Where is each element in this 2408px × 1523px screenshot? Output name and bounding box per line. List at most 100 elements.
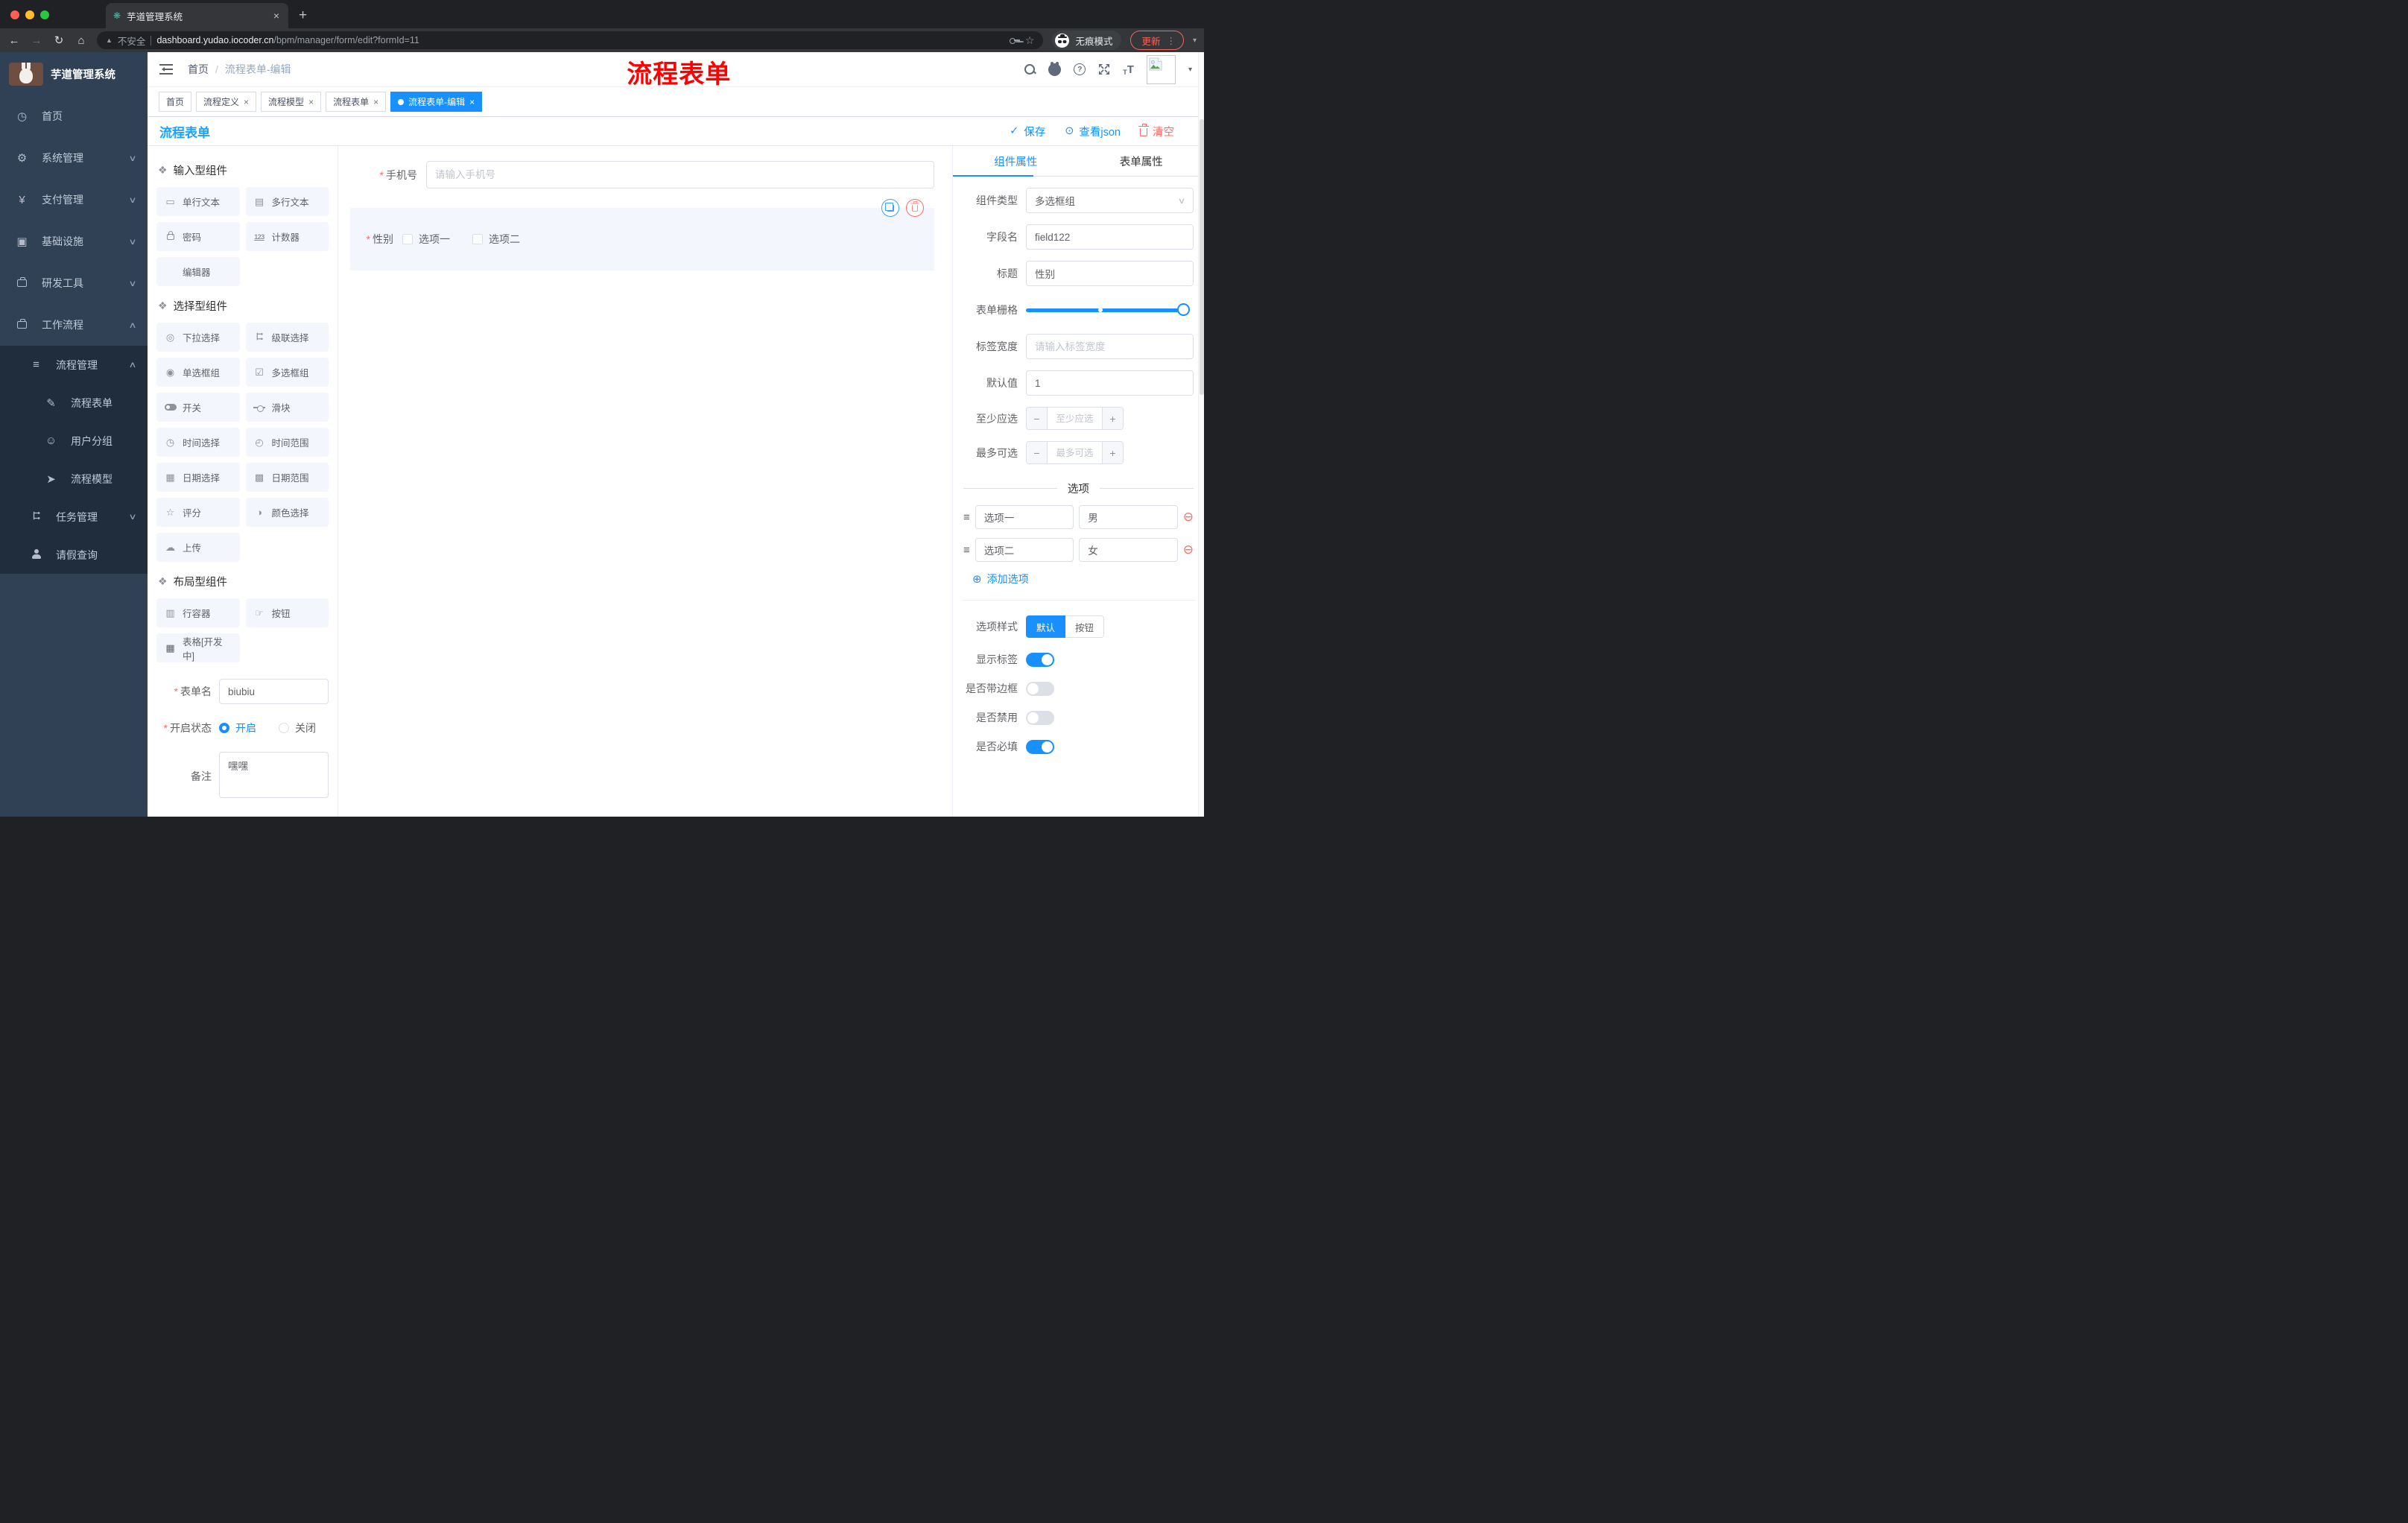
tab-component-props[interactable]: 组件属性 (953, 146, 1079, 176)
link-tag[interactable] (952, 171, 953, 192)
disabled-toggle[interactable] (1026, 710, 1054, 725)
avatar[interactable] (1146, 54, 1176, 84)
status-on-label[interactable]: 开启 (235, 721, 256, 735)
avatar-caret-icon[interactable]: ▾ (1188, 66, 1192, 74)
sidebar-item-system[interactable]: ⚙ 系统管理 ∨ (0, 137, 148, 179)
option-value-input[interactable] (1079, 538, 1178, 562)
show-label-toggle[interactable] (1026, 652, 1054, 667)
drag-handle-icon[interactable]: ≡ (963, 544, 970, 557)
sidebar-item-devtools[interactable]: 研发工具 ∨ (0, 262, 148, 304)
status-off-radio[interactable] (279, 723, 289, 733)
option-label-input[interactable] (975, 538, 1074, 562)
sidebar-item-workflow[interactable]: 工作流程 ∧ (0, 304, 148, 346)
slider-handle[interactable] (1177, 303, 1190, 316)
page-tab-process-form[interactable]: 流程表单 × (326, 92, 387, 112)
copy-component-icon[interactable] (881, 199, 899, 217)
sidebar-logo[interactable]: 芋道管理系统 (0, 52, 148, 95)
github-icon[interactable] (1048, 61, 1062, 76)
increase-button[interactable]: + (1102, 442, 1123, 463)
palette-item-radio-group[interactable]: ◉ 单选框组 (156, 358, 240, 387)
palette-item-cascader[interactable]: 级联选择 (245, 323, 329, 352)
phone-field-row[interactable]: * 手机号 (349, 161, 942, 189)
phone-input[interactable] (426, 161, 934, 189)
gender-option-2[interactable]: 选项二 (472, 232, 520, 247)
palette-item-switch[interactable]: 开关 (156, 393, 240, 422)
palette-item-time-picker[interactable]: ◷ 时间选择 (156, 428, 240, 457)
home-icon[interactable]: ⌂ (75, 34, 88, 47)
browser-update-button[interactable]: 更新 ⋮ (1130, 31, 1184, 50)
delete-component-icon[interactable] (906, 199, 924, 217)
close-tab-icon[interactable]: × (469, 97, 475, 107)
url-bar[interactable]: ▲ 不安全 dashboard.yudao.iocoder.cn/bpm/man… (97, 31, 1044, 49)
new-tab-button[interactable]: + (299, 7, 307, 28)
default-value-input[interactable] (1026, 370, 1194, 396)
palette-item-slider[interactable]: 滑块 (245, 393, 329, 422)
form-grid-slider[interactable] (1026, 303, 1190, 316)
palette-item-table[interactable]: ▦ 表格[开发中] (156, 633, 240, 662)
fullscreen-icon[interactable] (1098, 63, 1110, 75)
palette-item-row-container[interactable]: ▥ 行容器 (156, 598, 240, 627)
window-controls[interactable] (0, 10, 60, 28)
label-width-input[interactable] (1026, 334, 1194, 359)
sidebar-item-process-form[interactable]: ✎ 流程表单 (0, 384, 148, 422)
checkbox[interactable] (402, 234, 413, 244)
status-off-label[interactable]: 关闭 (295, 721, 316, 735)
page-scrollbar[interactable] (1198, 52, 1204, 817)
clear-button[interactable]: 清空 (1138, 124, 1174, 139)
minimize-window-button[interactable] (25, 10, 34, 19)
password-key-icon[interactable] (1009, 37, 1020, 44)
palette-item-checkbox-group[interactable]: ☑ 多选框组 (245, 358, 329, 387)
close-window-button[interactable] (10, 10, 19, 19)
zoom-window-button[interactable] (40, 10, 49, 19)
sidebar-item-process-model[interactable]: ➤ 流程模型 (0, 460, 148, 498)
palette-item-editor[interactable]: 编辑器 (156, 257, 240, 286)
close-tab-icon[interactable]: × (308, 97, 314, 107)
palette-item-button[interactable]: ☞ 按钮 (245, 598, 329, 627)
view-json-button[interactable]: ⊙ 查看json (1065, 124, 1121, 139)
option-value-input[interactable] (1079, 505, 1178, 529)
component-type-select[interactable]: 多选框组 ∨ (1026, 188, 1194, 213)
search-icon[interactable] (1024, 63, 1036, 75)
close-tab-icon[interactable]: × (373, 97, 378, 107)
palette-item-password[interactable]: 密码 (156, 222, 240, 251)
palette-item-counter[interactable]: 123 计数器 (245, 222, 329, 251)
browser-menu-caret-icon[interactable]: ▾ (1193, 37, 1197, 45)
palette-item-select[interactable]: ◎ 下拉选择 (156, 323, 240, 352)
page-tab-process-form-edit[interactable]: 流程表单-编辑 × (390, 92, 483, 112)
sidebar-item-process-mgmt[interactable]: ≡ 流程管理 ∧ (0, 346, 148, 384)
option-label-input[interactable] (975, 505, 1074, 529)
sidebar-item-infra[interactable]: ▣ 基础设施 ∨ (0, 221, 148, 262)
palette-item-rate[interactable]: ☆ 评分 (156, 498, 240, 527)
max-select-input[interactable] (1048, 442, 1102, 463)
page-tab-home[interactable]: 首页 (159, 92, 192, 112)
help-icon[interactable]: ? (1074, 63, 1086, 75)
close-tab-icon[interactable]: × (244, 97, 249, 107)
required-toggle[interactable] (1026, 739, 1054, 754)
style-button-button[interactable]: 按钮 (1065, 615, 1105, 638)
bookmark-star-icon[interactable]: ☆ (1025, 34, 1035, 47)
status-on-radio[interactable] (219, 723, 229, 733)
palette-item-color-picker[interactable]: ◑ 颜色选择 (245, 498, 329, 527)
palette-item-upload[interactable]: ☁ 上传 (156, 533, 240, 562)
sidebar-item-leave-query[interactable]: 请假查询 (0, 536, 148, 574)
gender-option-1[interactable]: 选项一 (402, 232, 450, 247)
sidebar-item-user-group[interactable]: ☺ 用户分组 (0, 422, 148, 460)
decrease-button[interactable]: − (1027, 442, 1048, 463)
back-icon[interactable]: ← (7, 34, 21, 47)
decrease-button[interactable]: − (1027, 408, 1048, 429)
remove-option-icon[interactable]: ⊖ (1183, 510, 1194, 525)
title-input[interactable] (1026, 261, 1194, 286)
page-tab-process-definition[interactable]: 流程定义 × (196, 92, 257, 112)
palette-item-time-range[interactable]: ◴ 时间范围 (245, 428, 329, 457)
sidebar-item-payment[interactable]: ¥ 支付管理 ∨ (0, 179, 148, 221)
not-secure-label[interactable]: 不安全 (118, 34, 146, 48)
url-text[interactable]: dashboard.yudao.iocoder.cn/bpm/manager/f… (156, 35, 419, 45)
sidebar-item-home[interactable]: ◷ 首页 (0, 95, 148, 137)
form-name-input[interactable] (219, 679, 329, 704)
checkbox[interactable] (472, 234, 483, 244)
close-tab-icon[interactable]: × (272, 10, 281, 22)
palette-item-single-text[interactable]: ▭ 单行文本 (156, 187, 240, 216)
forward-icon[interactable]: → (30, 34, 43, 47)
palette-item-date-range[interactable]: ▩ 日期范围 (245, 463, 329, 492)
increase-button[interactable]: + (1102, 408, 1123, 429)
